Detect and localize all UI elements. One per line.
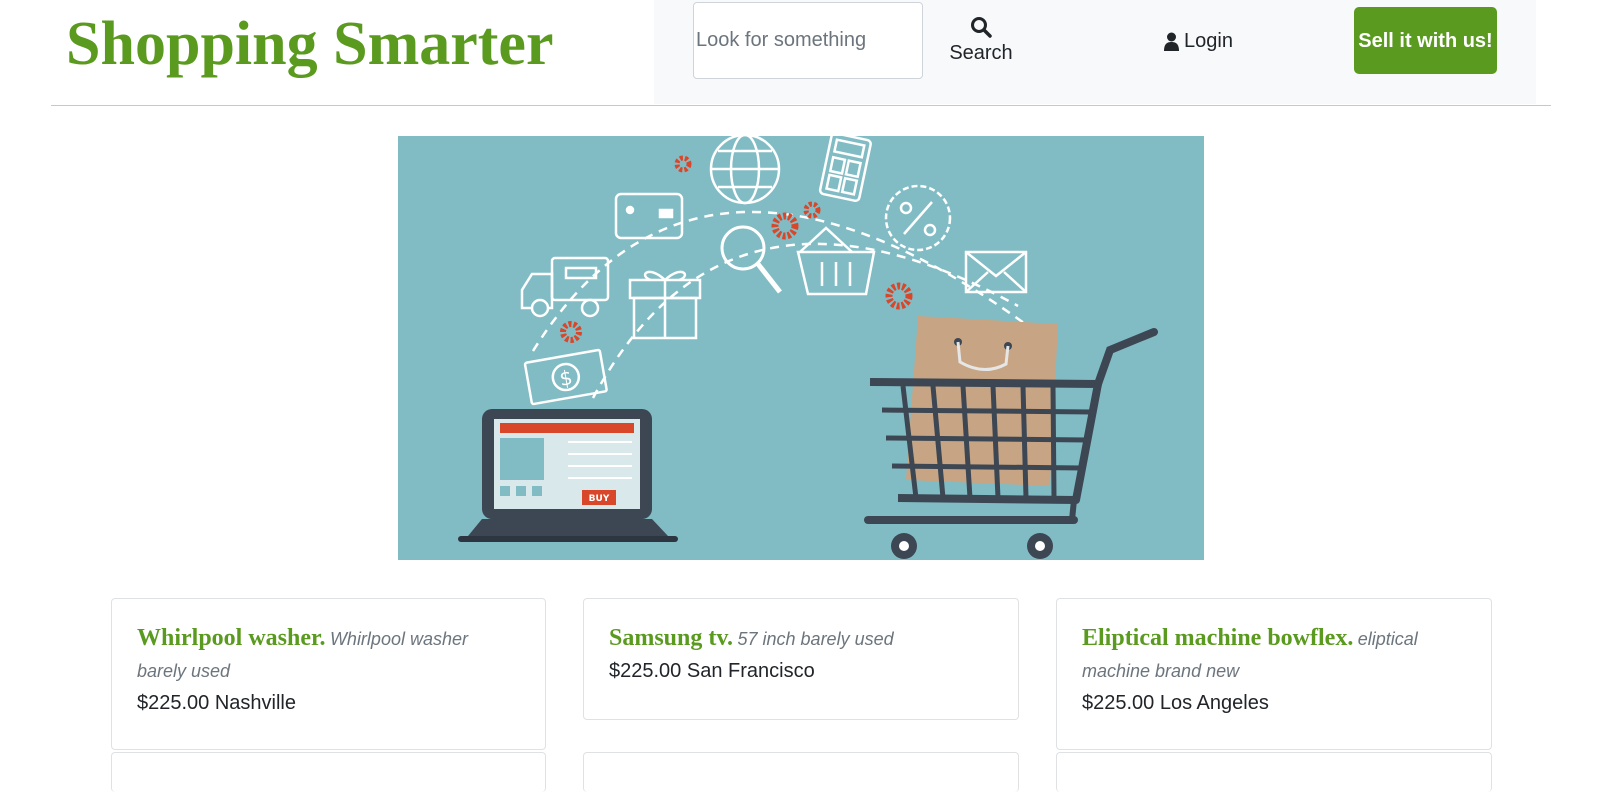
listing-price: $225.00 [609, 660, 682, 682]
listing-location: Nashville [214, 692, 297, 714]
laptop-icon: BUY [458, 409, 678, 542]
brand-logo[interactable]: Shopping Smarter [66, 8, 553, 80]
listing-card[interactable]: Whirlpool washer. Whirlpool washer barel… [111, 598, 546, 750]
listing-title[interactable]: Eliptical machine bowflex. [1082, 625, 1353, 651]
search-button-label: Search [949, 42, 1013, 64]
user-icon [1164, 32, 1179, 51]
shopping-bag-icon [906, 316, 1058, 486]
hero-banner: $ BUY [398, 136, 1204, 560]
listing-meta: $225.00 Los Angeles [1082, 688, 1467, 718]
listing-card[interactable]: Eliptical machine bowflex. eliptical mac… [1056, 598, 1492, 750]
listing-card[interactable] [1056, 752, 1492, 792]
listing-location: Los Angeles [1159, 692, 1269, 714]
login-link[interactable]: Login [1164, 28, 1233, 54]
listing-price: $225.00 [137, 692, 210, 714]
search-icon [971, 17, 992, 38]
listing-price: $225.00 [1082, 692, 1155, 714]
listing-card[interactable]: Samsung tv. 57 inch barely used $225.00 … [583, 598, 1019, 720]
listing-meta: $225.00 Nashville [137, 688, 521, 718]
listing-title[interactable]: Whirlpool washer. [137, 625, 325, 651]
listing-location: San Francisco [686, 660, 815, 682]
login-label: Login [1184, 29, 1233, 52]
listing-card[interactable] [583, 752, 1019, 792]
sell-button[interactable]: Sell it with us! [1354, 7, 1497, 74]
listing-card[interactable] [111, 752, 546, 792]
header-divider [51, 105, 1551, 106]
search-input[interactable] [693, 2, 923, 79]
buy-label: BUY [589, 494, 610, 504]
listing-title[interactable]: Samsung tv. [609, 625, 733, 651]
listing-meta: $225.00 San Francisco [609, 656, 994, 686]
listing-description: 57 inch barely used [737, 629, 894, 649]
search-button[interactable]: Search [940, 10, 1022, 72]
